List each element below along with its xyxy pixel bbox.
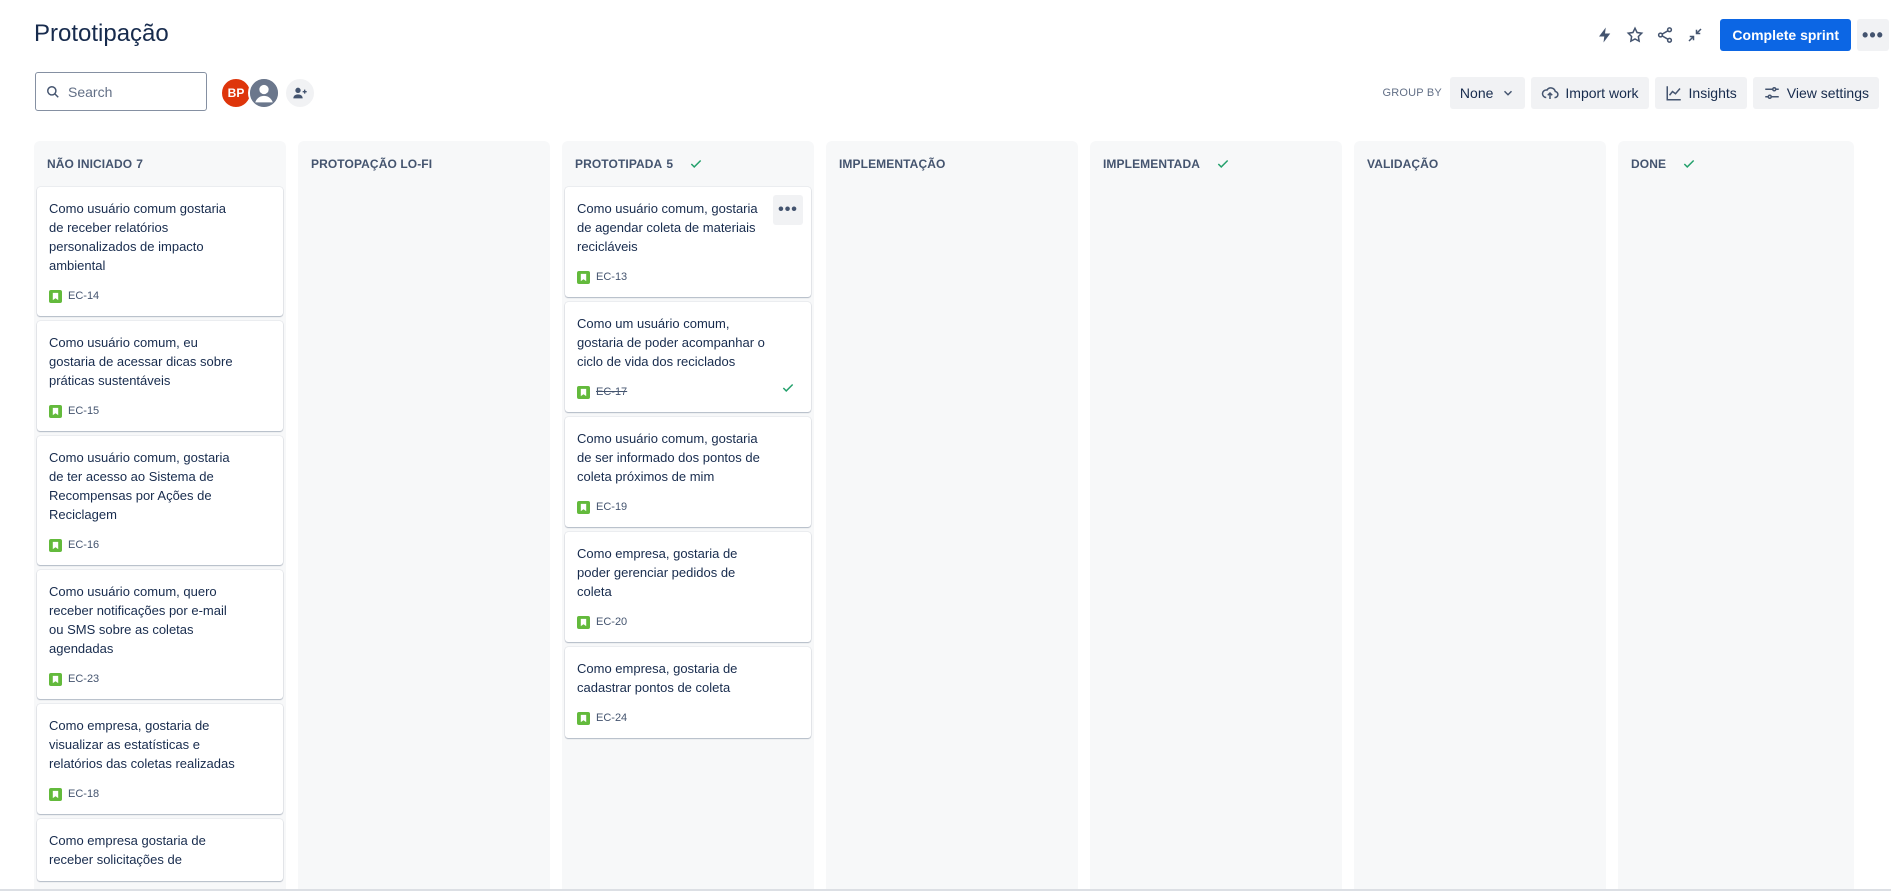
board: NÃO INICIADO 7 Como usuário comum gostar…: [34, 141, 1858, 891]
search-input[interactable]: [68, 83, 188, 100]
top-actions: Complete sprint •••: [1590, 19, 1891, 51]
issue-card[interactable]: Como usuário comum, gostaria de agendar …: [565, 187, 811, 297]
card-key[interactable]: EC-14: [68, 290, 99, 302]
check-icon: [782, 383, 794, 392]
card-key[interactable]: EC-17: [596, 386, 627, 398]
complete-sprint-button[interactable]: Complete sprint: [1720, 19, 1851, 51]
view-settings-label: View settings: [1786, 85, 1869, 101]
check-icon: [1217, 159, 1229, 168]
card-key[interactable]: EC-20: [596, 616, 627, 628]
story-icon: [49, 672, 62, 686]
search-icon: [47, 85, 59, 98]
card-key[interactable]: EC-19: [596, 501, 627, 513]
issue-card[interactable]: Como empresa gostaria de receber solicit…: [37, 819, 283, 881]
story-icon: [577, 270, 590, 284]
issue-card[interactable]: Como usuário comum gostaria de receber r…: [37, 187, 283, 316]
more-actions-button[interactable]: •••: [1857, 19, 1889, 51]
group-by-value: None: [1459, 85, 1494, 101]
add-people-icon[interactable]: [284, 77, 316, 109]
share-icon[interactable]: [1650, 20, 1680, 50]
story-icon: [577, 615, 590, 629]
view-settings-button[interactable]: View settings: [1752, 77, 1879, 109]
user-avatar-icon[interactable]: [248, 77, 280, 109]
card-more-button[interactable]: •••: [773, 195, 803, 225]
column-implementada: IMPLEMENTADA: [1090, 141, 1342, 891]
column-header: DONE: [1618, 141, 1854, 187]
story-icon: [49, 289, 62, 303]
issue-card[interactable]: Como um usuário comum, gostaria de poder…: [565, 302, 811, 412]
automation-icon[interactable]: [1590, 20, 1620, 50]
insights-label: Insights: [1688, 85, 1737, 101]
chevron-down-icon: [1504, 90, 1513, 96]
issue-card[interactable]: Como usuário comum, quero receber notifi…: [37, 570, 283, 699]
sliders-icon: [1765, 87, 1779, 99]
column-header: PROTOTIPADA 5: [562, 141, 814, 187]
column-header: IMPLEMENTAÇÃO: [826, 141, 1078, 187]
cloud-upload-icon: [1542, 87, 1560, 99]
column-header: IMPLEMENTADA: [1090, 141, 1342, 187]
column-count: 5: [666, 157, 674, 171]
column-title: VALIDAÇÃO: [1367, 157, 1439, 171]
column-title: PROTOTIPADA: [575, 157, 663, 171]
card-summary: Como usuário comum, gostaria de agendar …: [577, 201, 758, 254]
story-icon: [577, 500, 590, 514]
column-title: IMPLEMENTADA: [1103, 157, 1200, 171]
column-validacao: VALIDAÇÃO: [1354, 141, 1606, 891]
column-title: DONE: [1631, 157, 1667, 171]
story-icon: [577, 385, 590, 399]
card-key[interactable]: EC-23: [68, 673, 99, 685]
insights-button[interactable]: Insights: [1654, 77, 1747, 109]
avatar-group: BP: [220, 77, 316, 109]
issue-card[interactable]: Como usuário comum, eu gostaria de acess…: [37, 321, 283, 431]
page-title: Prototipação: [34, 20, 169, 47]
issue-card[interactable]: Como empresa, gostaria de visualizar as …: [37, 704, 283, 814]
story-icon: [49, 404, 62, 418]
column-title: PROTOPAÇÃO LO-FI: [311, 157, 433, 171]
card-summary: Como usuário comum, quero receber notifi…: [49, 584, 227, 656]
group-by-select[interactable]: None: [1449, 77, 1526, 109]
card-key[interactable]: EC-18: [68, 788, 99, 800]
search-field[interactable]: [35, 72, 207, 111]
column-prototipada: PROTOTIPADA 5 Como usuário comum, gostar…: [562, 141, 814, 891]
card-summary: Como usuário comum, gostaria de ter aces…: [49, 450, 230, 522]
card-key[interactable]: EC-15: [68, 405, 99, 417]
collapse-icon[interactable]: [1680, 20, 1710, 50]
import-work-button[interactable]: Import work: [1531, 77, 1649, 109]
column-header: PROTOPAÇÃO LO-FI: [298, 141, 550, 187]
card-summary: Como empresa gostaria de receber solicit…: [49, 833, 206, 867]
board-controls: GROUP BY None Import work Insights View …: [1382, 77, 1879, 109]
check-icon: [690, 159, 702, 168]
card-key[interactable]: EC-13: [596, 271, 627, 283]
chart-line-icon: [1666, 86, 1681, 101]
column-done: DONE: [1618, 141, 1854, 891]
column-protopacao-lo-fi: PROTOPAÇÃO LO-FI: [298, 141, 550, 891]
card-summary: Como empresa, gostaria de poder gerencia…: [577, 546, 738, 599]
card-summary: Como um usuário comum, gostaria de poder…: [577, 316, 765, 369]
import-work-label: Import work: [1565, 85, 1639, 101]
card-summary: Como usuário comum, eu gostaria de acess…: [49, 335, 233, 388]
column-title: NÃO INICIADO: [47, 157, 133, 171]
card-key[interactable]: EC-24: [596, 712, 627, 724]
card-key[interactable]: EC-16: [68, 539, 99, 551]
column-header: NÃO INICIADO 7: [34, 141, 286, 187]
check-icon: [1683, 159, 1695, 168]
column-title: IMPLEMENTAÇÃO: [839, 157, 946, 171]
card-summary: Como usuário comum gostaria de receber r…: [49, 201, 227, 273]
card-summary: Como empresa, gostaria de cadastrar pont…: [577, 661, 738, 695]
story-icon: [577, 711, 590, 725]
star-icon[interactable]: [1620, 20, 1650, 50]
group-by-label: GROUP BY: [1382, 87, 1442, 99]
issue-card[interactable]: Como usuário comum, gostaria de ter aces…: [37, 436, 283, 565]
story-icon: [49, 787, 62, 801]
column-nao-iniciado: NÃO INICIADO 7 Como usuário comum gostar…: [34, 141, 286, 891]
card-summary: Como usuário comum, gostaria de ser info…: [577, 431, 760, 484]
issue-card[interactable]: Como empresa, gostaria de cadastrar pont…: [565, 647, 811, 738]
column-header: VALIDAÇÃO: [1354, 141, 1606, 187]
column-implementacao: IMPLEMENTAÇÃO: [826, 141, 1078, 891]
column-count: 7: [136, 157, 143, 171]
card-summary: Como empresa, gostaria de visualizar as …: [49, 718, 235, 771]
issue-card[interactable]: Como empresa, gostaria de poder gerencia…: [565, 532, 811, 642]
issue-card[interactable]: Como usuário comum, gostaria de ser info…: [565, 417, 811, 527]
story-icon: [49, 538, 62, 552]
